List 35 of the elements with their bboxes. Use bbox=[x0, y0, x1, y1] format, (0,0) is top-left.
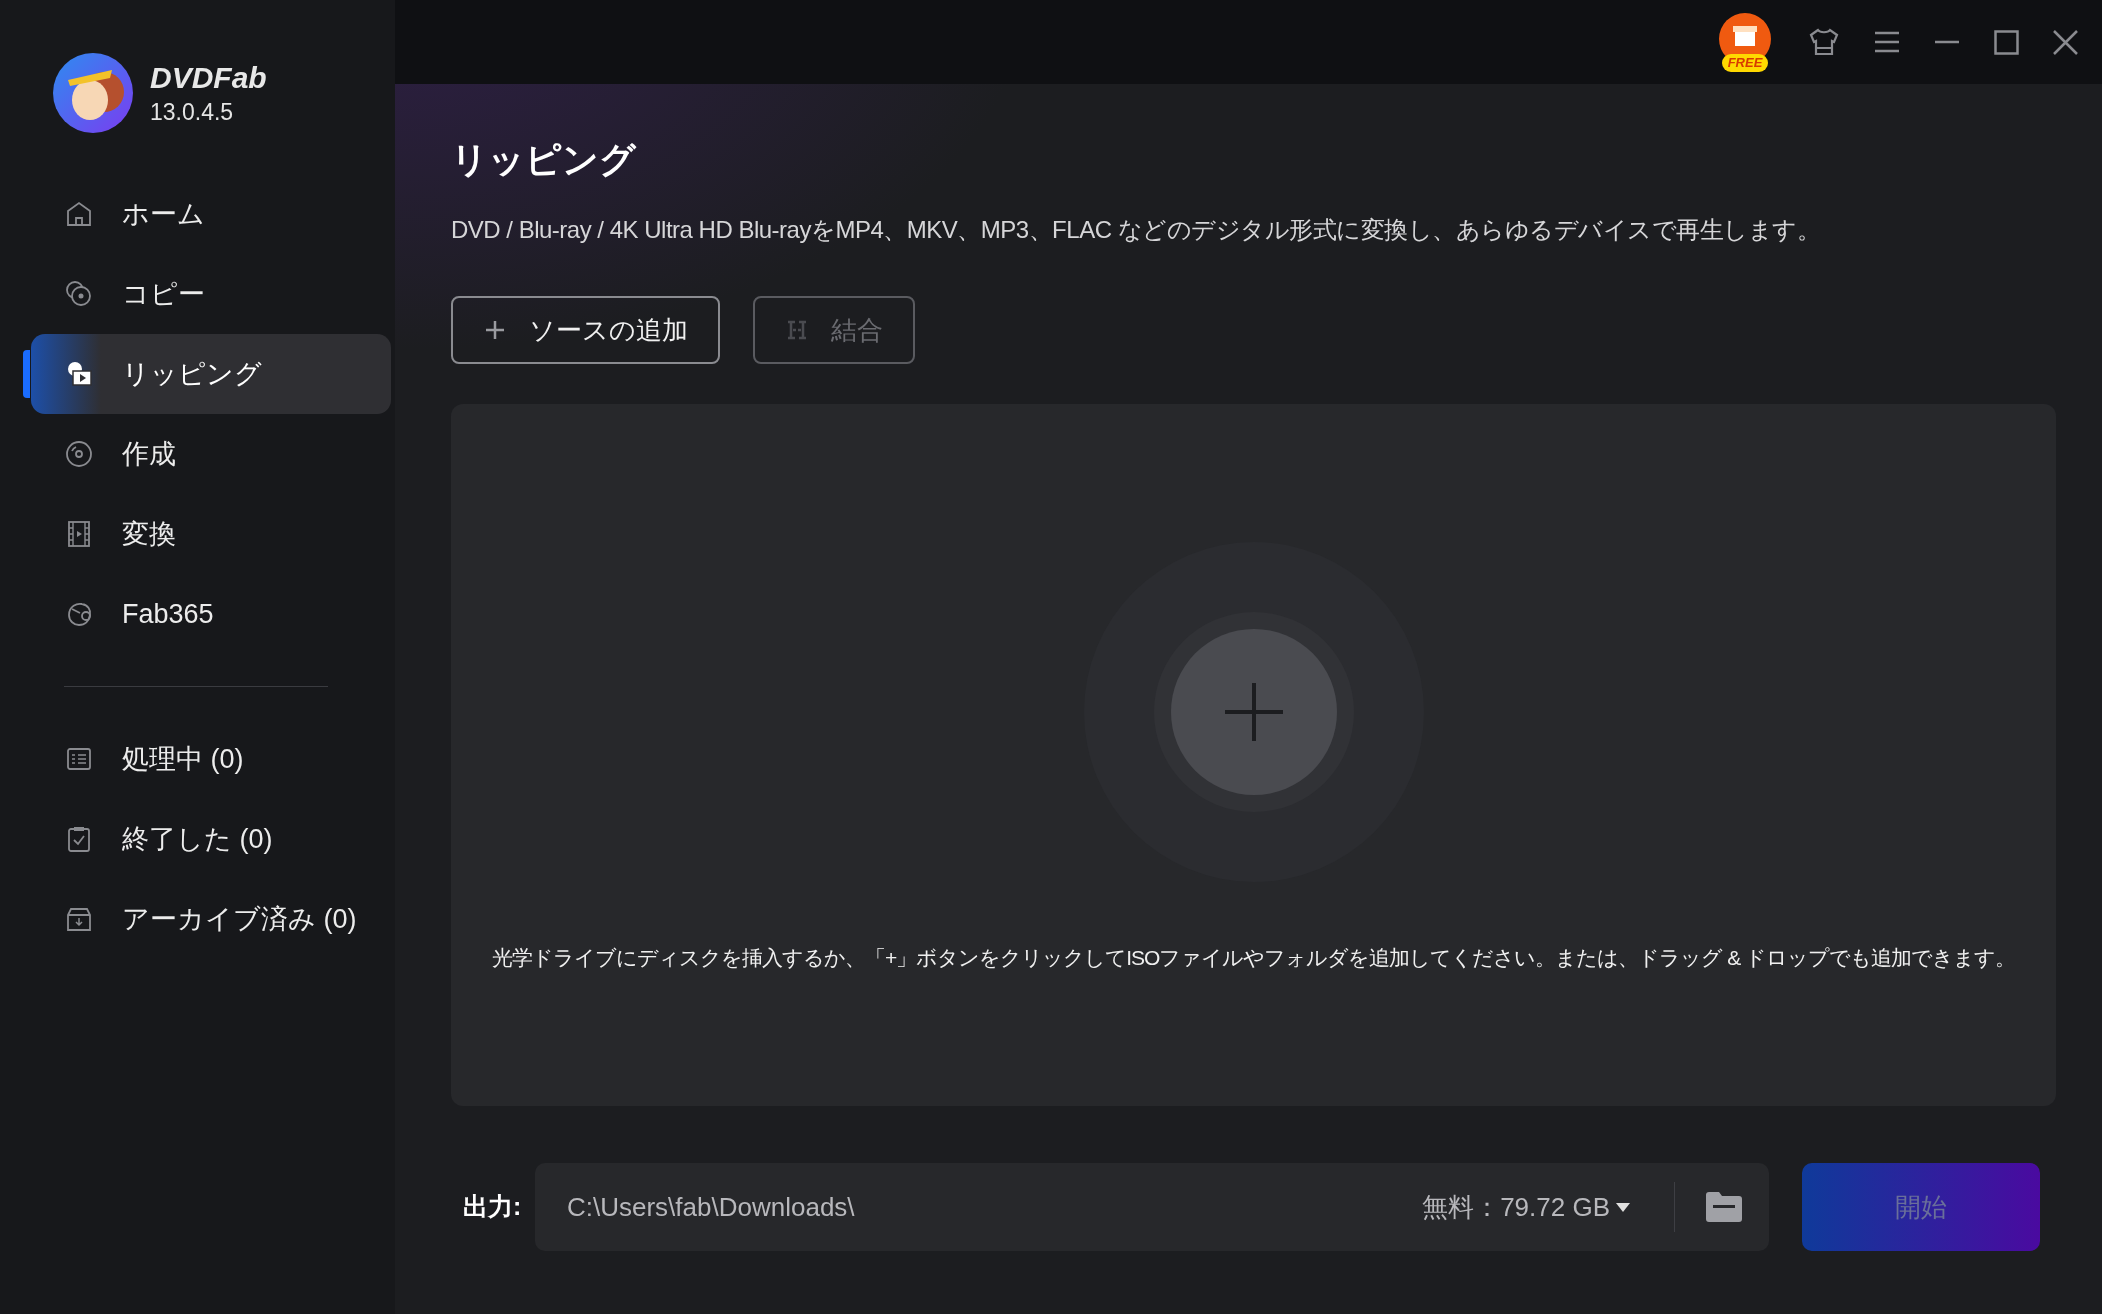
logo-icon bbox=[52, 52, 134, 134]
disc-stack-icon bbox=[64, 279, 94, 309]
action-button[interactable]: ソースの追加 bbox=[451, 296, 720, 364]
home-icon bbox=[64, 199, 94, 229]
maximize-icon[interactable] bbox=[1994, 29, 2019, 55]
menu-icon[interactable] bbox=[1874, 30, 1900, 54]
merge-icon bbox=[785, 318, 809, 342]
output-label: 出力: bbox=[463, 1191, 523, 1223]
close-icon[interactable] bbox=[2053, 29, 2078, 55]
selection-indicator bbox=[23, 350, 30, 398]
queue-item[interactable]: アーカイブ済み (0) bbox=[31, 879, 391, 959]
nav-item[interactable]: 作成 bbox=[31, 414, 391, 494]
minimize-icon[interactable] bbox=[1934, 40, 1960, 44]
drop-zone[interactable]: 光学ドライブにディスクを挿入するか、「+」ボタンをクリックしてISOファイルやフォルダを追加してください。または、ドラッグ & ドロップでも追加できます。 bbox=[451, 404, 2056, 1106]
plus-icon bbox=[1222, 681, 1285, 743]
folder-icon[interactable] bbox=[1705, 1191, 1743, 1223]
nav-item[interactable]: Fab365 bbox=[31, 574, 391, 654]
plus-icon bbox=[483, 318, 507, 342]
nav-item[interactable]: 変換 bbox=[31, 494, 391, 574]
output-path-field[interactable]: C:\Users\fab\Downloads\ 無料：79.72 GB bbox=[535, 1163, 1769, 1251]
shirt-icon[interactable] bbox=[1808, 27, 1840, 57]
nav-item[interactable]: コピー bbox=[31, 254, 391, 334]
nav-item[interactable]: リッピング bbox=[31, 334, 391, 414]
queue-item[interactable]: 終了した (0) bbox=[31, 799, 391, 879]
drop-hint: 光学ドライブにディスクを挿入するか、「+」ボタンをクリックしてISOファイルやフォルダを追加してください。または、ドラッグ & ドロップでも追加できます。 bbox=[491, 945, 2016, 971]
queue-item[interactable]: 処理中 (0) bbox=[31, 719, 391, 799]
disc-icon bbox=[64, 439, 94, 469]
page-title: リッピング bbox=[451, 142, 638, 178]
free-space-dropdown[interactable]: 無料：79.72 GB bbox=[1422, 1187, 1674, 1227]
brand-name: DVDFab bbox=[150, 62, 267, 93]
output-path: C:\Users\fab\Downloads\ bbox=[567, 1190, 856, 1224]
caret-icon bbox=[1616, 1202, 1630, 1212]
version-label: 13.0.4.5 bbox=[150, 100, 235, 124]
nav-item[interactable]: ホーム bbox=[31, 174, 391, 254]
page-description: DVD / Blu-ray / 4K Ultra HD Blu-rayをMP4、MKV、MP3、FLAC などのデジタル形式に変換し、あらゆるデバイスで再生します。 bbox=[451, 218, 1822, 242]
